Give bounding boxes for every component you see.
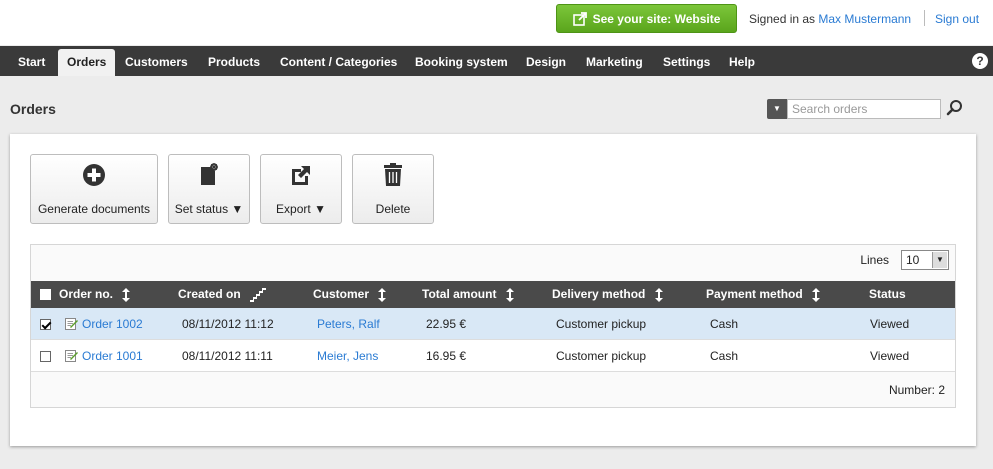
orders-grid: Lines 10 ▼ Order no. Created on Customer… xyxy=(30,244,956,408)
delivery-method-cell: Customer pickup xyxy=(556,349,647,363)
nav-booking-system[interactable]: Booking system xyxy=(406,46,517,76)
signed-in-text: Signed in as Max Mustermann xyxy=(749,12,911,26)
nav-orders[interactable]: Orders xyxy=(58,49,116,76)
signed-in-prefix: Signed in as xyxy=(749,12,816,26)
customer-link[interactable]: Meier, Jens xyxy=(317,340,378,372)
delete-label: Delete xyxy=(375,202,411,216)
col-created-on-label: Created on xyxy=(178,287,241,301)
top-bar: See your site: Website Signed in as Max … xyxy=(0,0,993,45)
order-link[interactable]: Order 1002 xyxy=(82,308,143,340)
delivery-method-cell: Customer pickup xyxy=(556,317,647,331)
col-order-no-label: Order no. xyxy=(59,287,114,301)
col-customer-label: Customer xyxy=(313,287,370,301)
nav-design[interactable]: Design xyxy=(517,46,575,76)
orders-panel: Generate documents Set status ▼ Export ▼… xyxy=(10,134,976,446)
sort-icon xyxy=(505,287,514,302)
help-icon[interactable]: ? xyxy=(972,53,988,69)
order-link[interactable]: Order 1001 xyxy=(82,340,143,372)
lines-value: 10 xyxy=(906,253,920,267)
row-checkbox[interactable] xyxy=(40,319,51,330)
divider xyxy=(924,10,925,26)
search-icon[interactable] xyxy=(946,99,964,117)
table-header: Order no. Created on Customer Total amou… xyxy=(31,281,955,308)
sort-icon xyxy=(812,287,821,302)
sign-out-link[interactable]: Sign out xyxy=(935,12,979,26)
lines-per-page-select[interactable]: 10 ▼ xyxy=(901,250,949,270)
table-row[interactable]: Order 1001 08/11/2012 11:11 Meier, Jens … xyxy=(31,340,955,372)
sort-icon xyxy=(378,287,387,302)
row-checkbox[interactable] xyxy=(40,351,51,362)
nav-start[interactable]: Start xyxy=(9,46,54,76)
generate-documents-button[interactable]: Generate documents xyxy=(30,154,158,224)
col-status[interactable]: Status xyxy=(869,281,906,308)
customer-link[interactable]: Peters, Ralf xyxy=(317,308,380,340)
page-title: Orders xyxy=(10,101,56,117)
col-customer[interactable]: Customer xyxy=(313,281,387,308)
see-your-site-label: See your site: Website xyxy=(592,11,721,26)
nav-content-categories[interactable]: Content / Categories xyxy=(271,46,406,76)
chevron-down-icon: ▼ xyxy=(932,252,947,268)
plus-circle-icon xyxy=(83,164,105,186)
col-payment-method-label: Payment method xyxy=(706,287,803,301)
col-order-no[interactable]: Order no. xyxy=(59,281,131,308)
edit-order-icon[interactable] xyxy=(65,349,78,362)
col-total-amount-label: Total amount xyxy=(422,287,497,301)
status-cell: Viewed xyxy=(870,317,910,331)
col-total-amount[interactable]: Total amount xyxy=(422,281,514,308)
col-delivery-method[interactable]: Delivery method xyxy=(552,281,663,308)
lines-label: Lines xyxy=(860,253,889,267)
col-created-on[interactable]: Created on xyxy=(178,281,267,308)
payment-method-cell: Cash xyxy=(710,317,739,331)
user-name-link[interactable]: Max Mustermann xyxy=(818,12,911,26)
sort-icon xyxy=(654,287,663,302)
table-row[interactable]: Order 1002 08/11/2012 11:12 Peters, Ralf… xyxy=(31,308,955,340)
sort-descending-icon xyxy=(250,287,267,302)
edit-order-icon[interactable] xyxy=(65,317,78,330)
document-gear-icon xyxy=(201,163,218,185)
nav-settings[interactable]: Settings xyxy=(654,46,719,76)
col-delivery-method-label: Delivery method xyxy=(552,287,646,301)
nav-products[interactable]: Products xyxy=(199,46,269,76)
sort-icon xyxy=(122,287,131,302)
col-status-label: Status xyxy=(869,287,906,301)
nav-customers[interactable]: Customers xyxy=(116,46,197,76)
record-count: Number: 2 xyxy=(888,383,945,397)
col-payment-method[interactable]: Payment method xyxy=(706,281,821,308)
created-on-cell: 08/11/2012 11:12 xyxy=(182,317,274,331)
created-on-cell: 08/11/2012 11:11 xyxy=(182,349,273,363)
generate-documents-label: Generate documents xyxy=(37,202,151,216)
set-status-button[interactable]: Set status ▼ xyxy=(168,154,250,224)
select-all-checkbox[interactable] xyxy=(40,289,51,300)
nav-help[interactable]: Help xyxy=(720,46,764,76)
export-button[interactable]: Export ▼ xyxy=(260,154,342,224)
total-amount-cell: 16.95 € xyxy=(426,349,467,363)
export-icon xyxy=(292,166,310,185)
total-amount-cell: 22.95 € xyxy=(426,317,467,331)
payment-method-cell: Cash xyxy=(710,349,739,363)
delete-button[interactable]: Delete xyxy=(352,154,434,224)
trash-icon xyxy=(384,163,402,186)
set-status-label: Set status ▼ xyxy=(174,202,244,216)
nav-marketing[interactable]: Marketing xyxy=(577,46,652,76)
main-nav: Start Orders Customers Products Content … xyxy=(0,46,993,76)
external-link-icon xyxy=(572,11,587,26)
search-filter-dropdown[interactable]: ▼ xyxy=(767,99,787,119)
status-cell: Viewed xyxy=(870,349,910,363)
search-input[interactable] xyxy=(787,99,941,119)
see-your-site-button[interactable]: See your site: Website xyxy=(556,4,737,33)
export-label: Export ▼ xyxy=(276,202,326,216)
